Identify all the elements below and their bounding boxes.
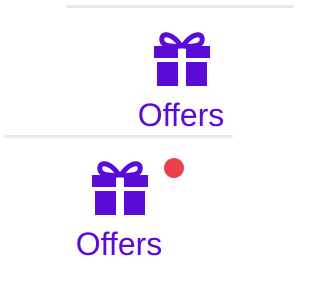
offers-tab-label: Offers (137, 97, 225, 133)
offers-tab[interactable]: Offers (116, 12, 246, 132)
offers-tab-with-notification[interactable]: Offers (54, 141, 184, 261)
offers-tab-states: Offers Offers (0, 0, 300, 300)
gift-icon (88, 155, 152, 217)
middle-divider (4, 135, 233, 138)
gift-icon (150, 26, 214, 88)
offers-tab-label: Offers (75, 226, 163, 262)
notification-dot (164, 158, 184, 178)
top-divider (66, 5, 294, 8)
